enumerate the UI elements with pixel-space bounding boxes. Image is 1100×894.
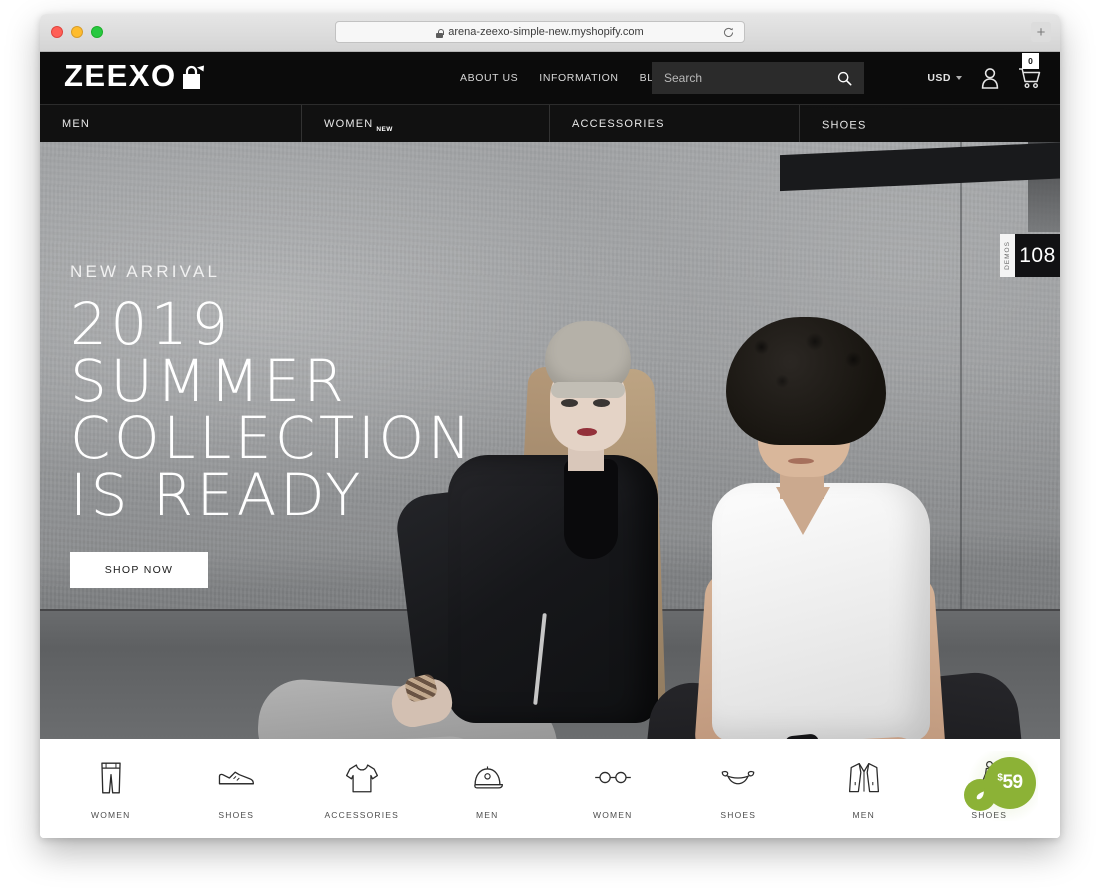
main-nav-item-men[interactable]: MEN	[40, 105, 302, 142]
window-controls	[51, 26, 103, 38]
category-label: MEN	[852, 809, 875, 820]
nav-link-about-us[interactable]: ABOUT US	[460, 72, 518, 84]
main-nav-label: MEN	[62, 117, 91, 130]
url-text: arena-zeexo-simple-new.myshopify.com	[448, 26, 644, 38]
site-header: ZEEXO ABOUT US INFORMATION BLOG	[40, 52, 1060, 104]
category-item-glasses[interactable]: WOMEN	[550, 758, 676, 820]
currency-selector[interactable]: USD	[927, 72, 962, 84]
glasses-icon	[594, 758, 632, 798]
hero-eyebrow: NEW ARRIVAL	[70, 262, 221, 281]
category-label: ACCESSORIES	[324, 809, 400, 820]
category-label: WOMEN	[90, 809, 131, 820]
category-item-bikini[interactable]: SHOES	[676, 758, 802, 820]
category-label: MEN	[476, 809, 499, 820]
maximize-window-button[interactable]	[91, 26, 103, 38]
browser-chrome: arena-zeexo-simple-new.myshopify.com +	[40, 14, 1060, 52]
hero-title-line-1: 2019	[70, 290, 232, 358]
new-badge: NEW	[376, 125, 393, 133]
new-tab-button[interactable]: +	[1031, 22, 1051, 42]
shopping-bag-icon	[180, 65, 206, 91]
main-nav-item-shoes[interactable]: SHOES	[800, 107, 1060, 145]
minimize-window-button[interactable]	[71, 26, 83, 38]
demos-tab[interactable]: DEMOS 108	[1000, 234, 1060, 277]
currency-label: USD	[927, 72, 951, 84]
category-item-sneaker[interactable]: SHOES	[174, 758, 300, 820]
main-nav-label: WOMEN	[324, 117, 374, 130]
jacket-icon	[848, 758, 880, 798]
hero-banner: NEW ARRIVAL 2019 SUMMER COLLECTION IS RE…	[40, 142, 1060, 739]
demos-label-vertical: DEMOS	[1000, 234, 1015, 277]
main-nav-item-women[interactable]: WOMEN NEW	[302, 105, 550, 142]
category-label: WOMEN	[592, 809, 633, 820]
hero-title-line-4: IS READY	[70, 461, 364, 529]
chevron-down-icon	[956, 76, 962, 80]
price-amount: 59	[1002, 772, 1023, 793]
secondary-nav: ABOUT US INFORMATION BLOG	[460, 72, 671, 84]
hero-title-line-2: SUMMER	[70, 347, 348, 415]
category-item-tshirt[interactable]: ACCESSORIES	[299, 758, 425, 820]
website-viewport: ZEEXO ABOUT US INFORMATION BLOG	[40, 52, 1060, 838]
user-icon[interactable]	[980, 67, 1000, 89]
category-strip: WOMEN SHOES ACCESSORIES MEN WOMEN SHOES …	[40, 739, 1060, 838]
price-bubble-amount: $59	[984, 757, 1036, 809]
nav-link-information[interactable]: INFORMATION	[539, 72, 618, 84]
main-nav-item-accessories[interactable]: ACCESSORIES	[550, 105, 800, 142]
category-item-jacket[interactable]: MEN	[801, 758, 927, 820]
search-input[interactable]	[664, 71, 836, 85]
logo-text: ZEEXO	[64, 58, 177, 93]
main-nav-label: SHOES	[822, 118, 867, 132]
close-window-button[interactable]	[51, 26, 63, 38]
category-label: SHOES	[720, 809, 757, 820]
main-navigation: MEN WOMEN NEW ACCESSORIES SHOES	[40, 104, 1060, 145]
shop-now-button[interactable]: SHOP NOW	[70, 552, 208, 588]
browser-window: arena-zeexo-simple-new.myshopify.com + Z…	[40, 14, 1060, 838]
bikini-icon	[719, 758, 757, 798]
cap-icon	[471, 758, 504, 798]
shopping-cart-icon	[1019, 68, 1041, 89]
hero-title-line-3: COLLECTION	[70, 404, 475, 472]
lock-icon	[436, 28, 444, 38]
header-actions: USD 0	[927, 52, 1042, 104]
search-icon[interactable]	[836, 70, 852, 86]
main-nav-label: ACCESSORIES	[572, 117, 665, 130]
tshirt-icon	[345, 758, 379, 798]
price-bubble[interactable]: $59	[962, 751, 1038, 821]
category-item-cap[interactable]: MEN	[425, 758, 551, 820]
category-item-pants[interactable]: WOMEN	[48, 758, 174, 820]
pants-icon	[97, 758, 125, 798]
category-label: SHOES	[218, 809, 255, 820]
cart-count-badge: 0	[1022, 53, 1039, 69]
address-bar[interactable]: arena-zeexo-simple-new.myshopify.com	[335, 21, 745, 43]
search-box[interactable]	[652, 62, 864, 94]
cart-button[interactable]: 0	[1018, 53, 1042, 90]
site-logo[interactable]: ZEEXO	[64, 60, 206, 91]
reload-icon[interactable]	[722, 26, 735, 39]
demos-count: 108	[1015, 234, 1060, 277]
hero-copy: NEW ARRIVAL 2019 SUMMER COLLECTION IS RE…	[70, 262, 475, 588]
sneaker-icon	[217, 758, 255, 798]
